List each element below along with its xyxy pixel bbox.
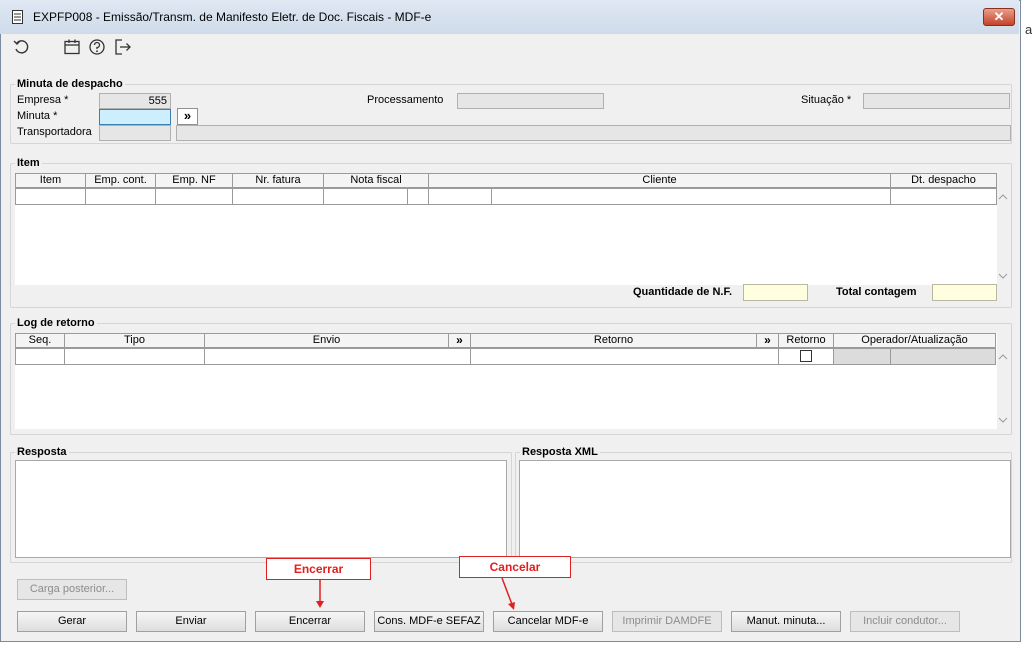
- col-operador[interactable]: Operador/Atualização: [834, 333, 996, 348]
- cancelar-mdfe-button[interactable]: Cancelar MDF-e: [493, 611, 603, 632]
- transportadora-name-field[interactable]: [176, 125, 1011, 141]
- col-retorno-flag[interactable]: Retorno: [779, 333, 834, 348]
- cancelar-callout: Cancelar: [459, 556, 571, 578]
- situacao-field[interactable]: [863, 93, 1010, 109]
- encerrar-callout: Encerrar: [266, 558, 371, 580]
- encerrar-button[interactable]: Encerrar: [255, 611, 365, 632]
- retorno-checkbox[interactable]: [800, 350, 812, 362]
- cons-mdfe-sefaz-button[interactable]: Cons. MDF-e SEFAZ: [374, 611, 484, 632]
- scroll-down-icon[interactable]: [998, 416, 1008, 424]
- enviar-button[interactable]: Enviar: [136, 611, 246, 632]
- log-legend: Log de retorno: [17, 317, 95, 329]
- situacao-label: Situação *: [801, 94, 852, 106]
- minuta-field[interactable]: [99, 109, 171, 125]
- qtd-nf-field: [743, 284, 808, 301]
- log-cell[interactable]: [65, 348, 205, 365]
- minuta-expand-button[interactable]: »: [177, 108, 198, 125]
- resposta-xml-textarea[interactable]: [519, 460, 1011, 558]
- col-dt-despacho[interactable]: Dt. despacho: [891, 173, 997, 188]
- item-cell[interactable]: [233, 188, 324, 205]
- incluir-condutor-button[interactable]: Incluir condutor...: [850, 611, 960, 632]
- processamento-label: Processamento: [367, 94, 444, 106]
- log-cell[interactable]: [471, 348, 779, 365]
- col-nr-fatura[interactable]: Nr. fatura: [233, 173, 324, 188]
- item-cell[interactable]: [891, 188, 997, 205]
- undo-icon[interactable]: [12, 38, 30, 56]
- scroll-up-icon[interactable]: [998, 353, 1008, 361]
- resposta-xml-legend: Resposta XML: [522, 446, 598, 458]
- col-cliente[interactable]: Cliente: [429, 173, 891, 188]
- col-seq[interactable]: Seq.: [15, 333, 65, 348]
- empresa-field[interactable]: 555: [99, 93, 171, 109]
- encerrar-arrow-icon: [316, 580, 324, 608]
- log-cell: [891, 348, 996, 365]
- col-emp-nf[interactable]: Emp. NF: [156, 173, 233, 188]
- calendar-icon[interactable]: [63, 38, 81, 56]
- imprimir-damdfe-button[interactable]: Imprimir DAMDFE: [612, 611, 722, 632]
- log-cell: [834, 348, 891, 365]
- scroll-down-icon[interactable]: [998, 272, 1008, 280]
- transportadora-code-field[interactable]: [99, 125, 171, 141]
- resposta-legend: Resposta: [17, 446, 67, 458]
- scroll-up-icon[interactable]: [998, 193, 1008, 201]
- carga-posterior-button[interactable]: Carga posterior...: [17, 579, 127, 600]
- qtd-nf-label: Quantidade de N.F.: [633, 286, 733, 298]
- item-cell[interactable]: [156, 188, 233, 205]
- help-icon[interactable]: [88, 38, 106, 56]
- manut-minuta-button[interactable]: Manut. minuta...: [731, 611, 841, 632]
- total-contagem-label: Total contagem: [836, 286, 917, 298]
- item-legend: Item: [17, 157, 40, 169]
- col-retorno[interactable]: Retorno: [471, 333, 757, 348]
- item-cell[interactable]: [86, 188, 156, 205]
- col-envio[interactable]: Envio: [205, 333, 449, 348]
- col-nota-fiscal[interactable]: Nota fiscal: [324, 173, 429, 188]
- item-cell[interactable]: [324, 188, 408, 205]
- empresa-label: Empresa *: [17, 94, 69, 106]
- side-text: a: [1025, 22, 1032, 37]
- col-tipo[interactable]: Tipo: [65, 333, 205, 348]
- resposta-textarea[interactable]: [15, 460, 507, 558]
- transportadora-label: Transportadora: [17, 126, 92, 138]
- window-title: EXPFP008 - Emissão/Transm. de Manifesto …: [33, 10, 432, 24]
- total-contagem-field: [932, 284, 997, 301]
- item-cell[interactable]: [408, 188, 429, 205]
- despacho-legend: Minuta de despacho: [17, 78, 123, 90]
- gerar-button[interactable]: Gerar: [17, 611, 127, 632]
- document-icon: [12, 10, 23, 24]
- item-cell[interactable]: [15, 188, 86, 205]
- log-cell[interactable]: [205, 348, 471, 365]
- processamento-field[interactable]: [457, 93, 604, 109]
- close-button[interactable]: ✕: [983, 8, 1015, 26]
- exit-icon[interactable]: [114, 38, 132, 56]
- envio-expand-button[interactable]: »: [449, 333, 471, 348]
- item-cell[interactable]: [429, 188, 492, 205]
- col-item[interactable]: Item: [15, 173, 86, 188]
- cancelar-arrow-icon: [501, 578, 515, 610]
- minuta-label: Minuta *: [17, 110, 58, 122]
- log-cell[interactable]: [15, 348, 65, 365]
- item-cell[interactable]: [492, 188, 891, 205]
- retorno-expand-button[interactable]: »: [757, 333, 779, 348]
- col-emp-cont[interactable]: Emp. cont.: [86, 173, 156, 188]
